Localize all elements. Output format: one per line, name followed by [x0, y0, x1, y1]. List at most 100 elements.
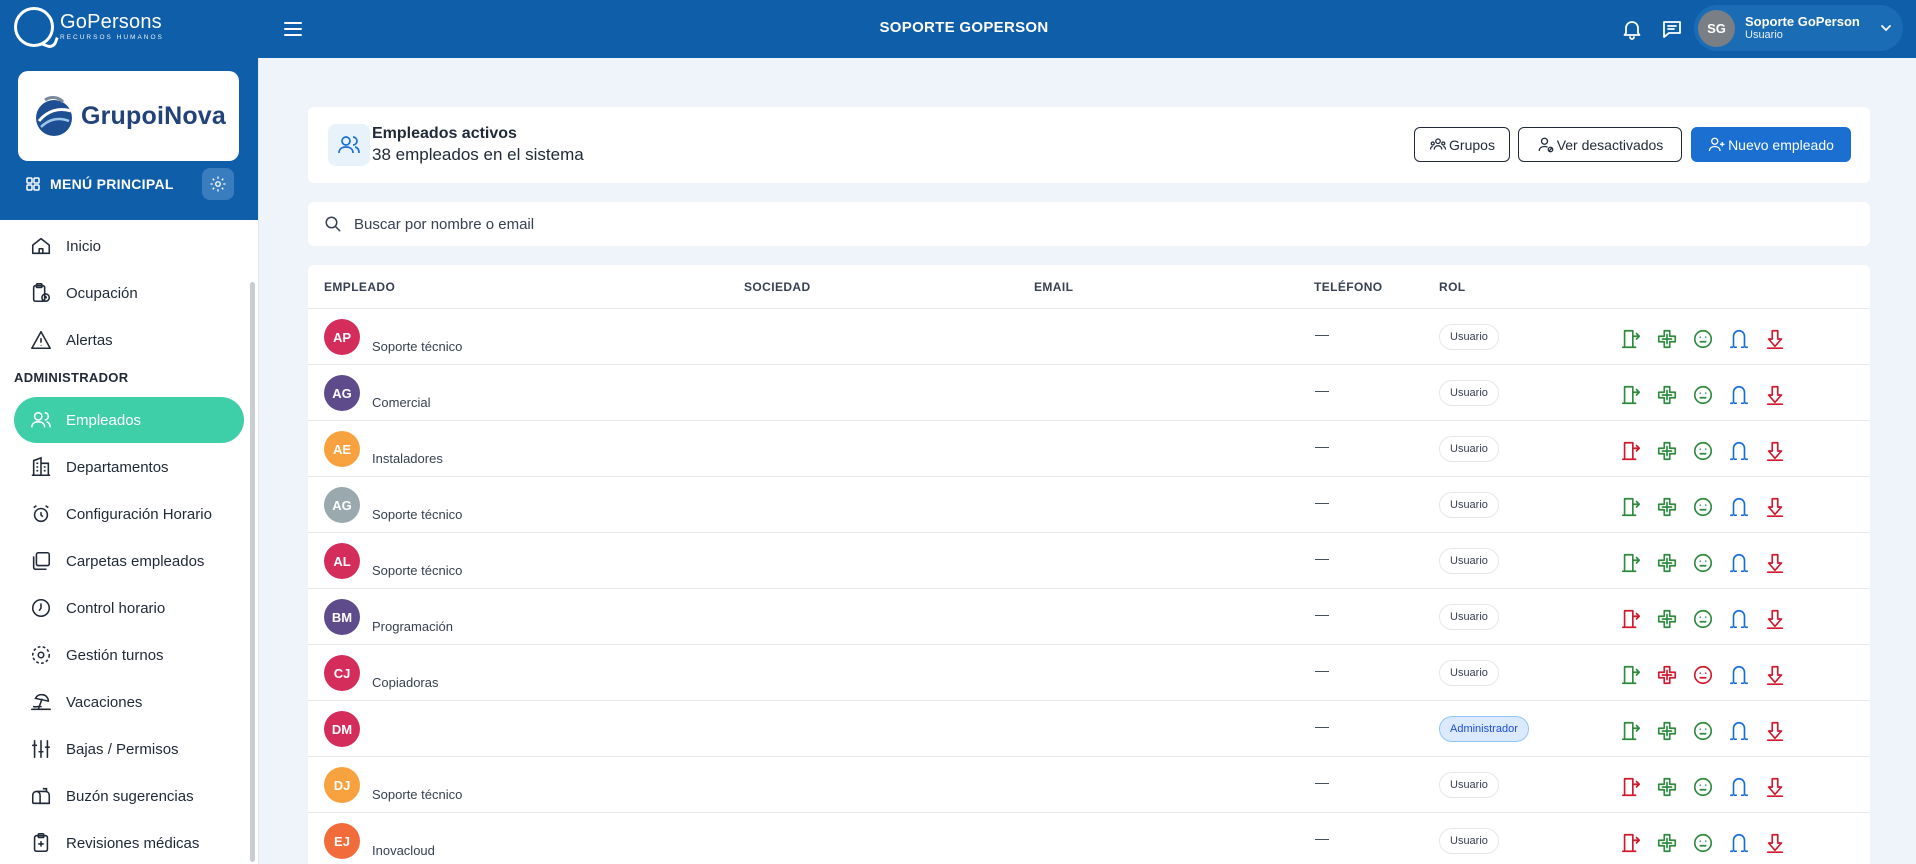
table-row[interactable]: DJ Soporte técnico — Usuario — [308, 757, 1870, 813]
deactivate-arrow-icon[interactable] — [1764, 440, 1786, 462]
health-cross-icon[interactable] — [1656, 328, 1678, 350]
sidebar-item-departamentos[interactable]: Departamentos — [14, 444, 244, 490]
health-cross-icon[interactable] — [1656, 720, 1678, 742]
health-cross-icon[interactable] — [1656, 440, 1678, 462]
table-row[interactable]: EJ Inovacloud — Usuario — [308, 813, 1870, 864]
mood-face-icon[interactable] — [1692, 720, 1714, 742]
mood-face-icon[interactable] — [1692, 496, 1714, 518]
sidebar-item-bajas-permisos[interactable]: Bajas / Permisos — [14, 726, 244, 772]
deactivate-arrow-icon[interactable] — [1764, 608, 1786, 630]
health-cross-icon[interactable] — [1656, 664, 1678, 686]
mood-face-icon[interactable] — [1692, 328, 1714, 350]
door-exit-icon[interactable] — [1620, 328, 1642, 350]
mood-face-icon[interactable] — [1692, 608, 1714, 630]
hierarchy-icon[interactable] — [1728, 328, 1750, 350]
deactivate-arrow-icon[interactable] — [1764, 832, 1786, 854]
hierarchy-icon[interactable] — [1728, 384, 1750, 406]
deactivate-arrow-icon[interactable] — [1764, 328, 1786, 350]
door-exit-icon[interactable] — [1620, 720, 1642, 742]
column-header-email[interactable]: EMAIL — [1034, 280, 1073, 294]
table-row[interactable]: AL Soporte técnico — Usuario — [308, 533, 1870, 589]
mood-face-icon[interactable] — [1692, 384, 1714, 406]
hierarchy-icon[interactable] — [1728, 776, 1750, 798]
deactivate-arrow-icon[interactable] — [1764, 776, 1786, 798]
column-header-employee[interactable]: EMPLEADO — [324, 280, 395, 294]
health-cross-icon[interactable] — [1656, 776, 1678, 798]
column-header-role[interactable]: ROL — [1439, 280, 1466, 294]
mood-face-icon[interactable] — [1692, 776, 1714, 798]
hierarchy-icon[interactable] — [1728, 608, 1750, 630]
chat-icon[interactable] — [1660, 17, 1684, 41]
sidebar-item-revisiones-medicas[interactable]: Revisiones médicas — [14, 820, 244, 864]
deactivate-arrow-icon[interactable] — [1764, 384, 1786, 406]
mood-face-icon[interactable] — [1692, 440, 1714, 462]
sidebar-scrollbar[interactable] — [250, 282, 255, 862]
deactivate-arrow-icon[interactable] — [1764, 496, 1786, 518]
bell-icon[interactable] — [1620, 17, 1644, 41]
sidebar-item-alertas[interactable]: Alertas — [14, 317, 244, 363]
row-actions — [1620, 832, 1786, 854]
hierarchy-icon[interactable] — [1728, 664, 1750, 686]
sidebar-item-configuracion-horario[interactable]: Configuración Horario — [14, 491, 244, 537]
sidebar-item-inicio[interactable]: Inicio — [14, 223, 244, 269]
table-row[interactable]: AE Instaladores — Usuario — [308, 421, 1870, 477]
grid-icon — [26, 177, 40, 191]
health-cross-icon[interactable] — [1656, 608, 1678, 630]
deactivate-arrow-icon[interactable] — [1764, 720, 1786, 742]
hierarchy-icon[interactable] — [1728, 832, 1750, 854]
table-row[interactable]: AG Soporte técnico — Usuario — [308, 477, 1870, 533]
role-badge: Usuario — [1439, 492, 1499, 518]
door-exit-icon[interactable] — [1620, 664, 1642, 686]
door-exit-icon[interactable] — [1620, 608, 1642, 630]
user-menu[interactable]: SG Soporte GoPerson Usuario — [1694, 5, 1903, 51]
settings-button[interactable] — [202, 168, 234, 200]
column-header-company[interactable]: SOCIEDAD — [744, 280, 811, 294]
door-exit-icon[interactable] — [1620, 496, 1642, 518]
mood-face-icon[interactable] — [1692, 664, 1714, 686]
sidebar-item-control-horario[interactable]: Control horario — [14, 585, 244, 631]
door-exit-icon[interactable] — [1620, 832, 1642, 854]
employee-phone: — — [1315, 774, 1329, 790]
table-row[interactable]: BM Programación — Usuario — [308, 589, 1870, 645]
door-exit-icon[interactable] — [1620, 440, 1642, 462]
deactivate-arrow-icon[interactable] — [1764, 664, 1786, 686]
table-row[interactable]: DM — Administrador — [308, 701, 1870, 757]
sidebar-item-ocupacion[interactable]: Ocupación — [14, 270, 244, 316]
door-exit-icon[interactable] — [1620, 776, 1642, 798]
role-badge: Usuario — [1439, 660, 1499, 686]
menu-toggle-icon[interactable] — [284, 20, 302, 38]
main-menu-label: MENÚ PRINCIPAL — [50, 176, 174, 192]
table-row[interactable]: CJ Copiadoras — Usuario — [308, 645, 1870, 701]
sidebar-item-empleados[interactable]: Empleados — [14, 397, 244, 443]
view-deactivated-button[interactable]: Ver desactivados — [1518, 127, 1682, 162]
employee-phone: — — [1315, 830, 1329, 846]
sidebar-item-carpetas-empleados[interactable]: Carpetas empleados — [14, 538, 244, 584]
health-cross-icon[interactable] — [1656, 384, 1678, 406]
hierarchy-icon[interactable] — [1728, 496, 1750, 518]
mood-face-icon[interactable] — [1692, 552, 1714, 574]
column-header-phone[interactable]: TELÉFONO — [1314, 280, 1383, 294]
gopersons-logo[interactable]: GoPersons RECURSOS HUMANOS — [14, 7, 164, 47]
health-cross-icon[interactable] — [1656, 552, 1678, 574]
sidebar-item-gestion-turnos[interactable]: Gestión turnos — [14, 632, 244, 678]
health-cross-icon[interactable] — [1656, 496, 1678, 518]
hierarchy-icon[interactable] — [1728, 440, 1750, 462]
mood-face-icon[interactable] — [1692, 832, 1714, 854]
table-row[interactable]: AG Comercial — Usuario — [308, 365, 1870, 421]
groups-button-label: Grupos — [1449, 136, 1495, 153]
avatar: EJ — [324, 823, 360, 859]
new-employee-button[interactable]: Nuevo empleado — [1691, 127, 1851, 162]
groups-button[interactable]: Grupos — [1414, 127, 1510, 162]
door-exit-icon[interactable] — [1620, 552, 1642, 574]
search-bar — [308, 202, 1870, 246]
main-menu-title[interactable]: MENÚ PRINCIPAL — [26, 176, 174, 192]
deactivate-arrow-icon[interactable] — [1764, 552, 1786, 574]
hierarchy-icon[interactable] — [1728, 552, 1750, 574]
sidebar-item-vacaciones[interactable]: Vacaciones — [14, 679, 244, 725]
sidebar-item-buzon-sugerencias[interactable]: Buzón sugerencias — [14, 773, 244, 819]
health-cross-icon[interactable] — [1656, 832, 1678, 854]
search-input[interactable] — [354, 215, 1754, 233]
hierarchy-icon[interactable] — [1728, 720, 1750, 742]
table-row[interactable]: AP Soporte técnico — Usuario — [308, 309, 1870, 365]
door-exit-icon[interactable] — [1620, 384, 1642, 406]
